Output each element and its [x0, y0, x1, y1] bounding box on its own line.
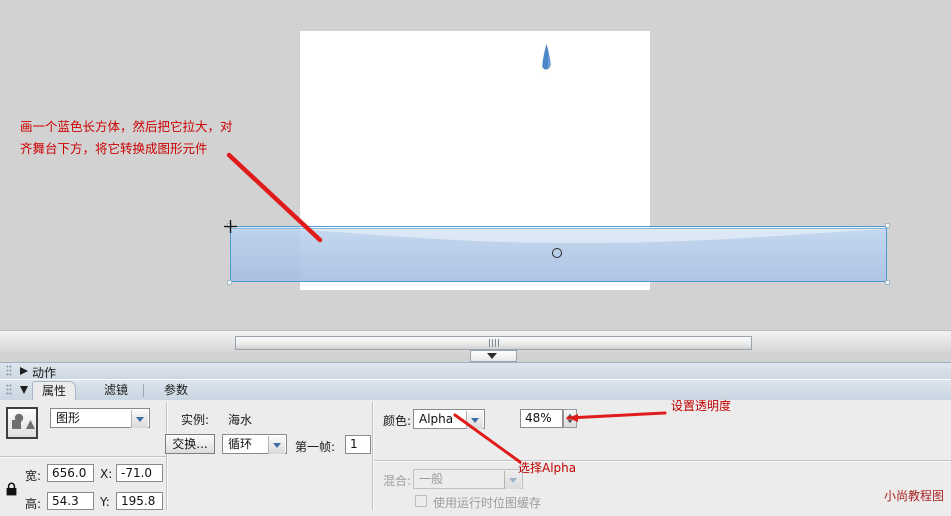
- triangle-down-icon[interactable]: [20, 386, 28, 394]
- panel-divider: [374, 461, 951, 462]
- collapse-chevron-down-icon: [487, 353, 497, 359]
- resize-handle-bottom-right[interactable]: [885, 280, 890, 285]
- swap-symbol-button[interactable]: 交换...: [165, 434, 215, 454]
- bitmap-cache-label: 使用运行时位图缓存: [433, 496, 542, 510]
- bitmap-cache-checkbox: [415, 495, 427, 507]
- blend-label: 混合:: [383, 474, 412, 488]
- x-label: X:: [100, 467, 113, 481]
- tab-parameters[interactable]: 参数: [155, 381, 197, 400]
- instance-label: 实例:: [181, 413, 210, 427]
- annotation-stage-note-line2: 齐舞台下方，将它转换成图形元件: [20, 141, 208, 156]
- triangle-right-icon[interactable]: [20, 367, 28, 375]
- annotation-select-alpha: 选择Alpha: [518, 461, 577, 475]
- graphic-symbol-icon[interactable]: [6, 407, 38, 439]
- symbol-type-value: 图形: [56, 411, 81, 425]
- chevron-down-icon[interactable]: [466, 411, 483, 429]
- color-style-value: Alpha: [419, 412, 454, 426]
- stage-workspace[interactable]: 画一个蓝色长方体，然后把它拉大，对 齐舞台下方，将它转换成图形元件: [0, 0, 951, 330]
- alpha-stepper[interactable]: [563, 409, 577, 428]
- loop-mode-combo[interactable]: 循环: [222, 434, 287, 454]
- annotation-stage-note-line1: 画一个蓝色长方体，然后把它拉大，对: [20, 119, 233, 134]
- first-frame-input[interactable]: 1: [345, 435, 371, 454]
- registration-crosshair-icon: [224, 220, 237, 233]
- resize-handle-bottom-left[interactable]: [227, 280, 232, 285]
- lock-closed-icon[interactable]: [6, 482, 17, 496]
- panel-divider: [0, 457, 166, 458]
- chevron-down-icon[interactable]: [268, 436, 285, 454]
- resize-handle-top-right[interactable]: [885, 223, 890, 228]
- instance-name: 海水: [228, 413, 253, 427]
- loop-mode-value: 循环: [228, 437, 253, 451]
- tab-separator: [143, 384, 144, 397]
- chevron-down-icon[interactable]: [131, 410, 148, 428]
- blend-mode-value: 一般: [419, 472, 444, 486]
- color-label: 颜色:: [383, 414, 412, 428]
- transform-point-icon[interactable]: [552, 248, 562, 258]
- y-input[interactable]: 195.8: [116, 492, 163, 510]
- annotation-set-opacity: 设置透明度: [671, 399, 732, 413]
- width-label: 宽:: [25, 469, 42, 483]
- x-input[interactable]: -71.0: [116, 464, 163, 482]
- panel-divider: [373, 402, 374, 510]
- color-style-combo[interactable]: Alpha: [413, 409, 485, 429]
- tab-filters[interactable]: 滤镜: [95, 381, 137, 400]
- alpha-amount-input[interactable]: 48%: [520, 409, 563, 428]
- tab-properties[interactable]: 属性: [32, 381, 77, 402]
- width-input[interactable]: 656.0: [47, 464, 94, 482]
- panel-grip-icon: [6, 365, 12, 376]
- blend-mode-combo: 一般: [413, 469, 523, 489]
- first-frame-label: 第一帧:: [295, 440, 336, 454]
- watermark-text: 小尚教程图: [884, 489, 945, 503]
- water-droplet-icon: [540, 42, 552, 73]
- y-label: Y:: [100, 495, 110, 509]
- panel-divider: [167, 402, 168, 510]
- symbol-type-combo[interactable]: 图形: [50, 408, 150, 428]
- scrollbar-grip-icon: [489, 339, 499, 347]
- height-input[interactable]: 54.3: [47, 492, 94, 510]
- height-label: 高:: [25, 497, 42, 511]
- panel-grip-icon: [6, 384, 12, 395]
- stepper-up-down-icon: [567, 413, 573, 424]
- annotation-stage-note: 画一个蓝色长方体，然后把它拉大，对 齐舞台下方，将它转换成图形元件: [20, 116, 250, 160]
